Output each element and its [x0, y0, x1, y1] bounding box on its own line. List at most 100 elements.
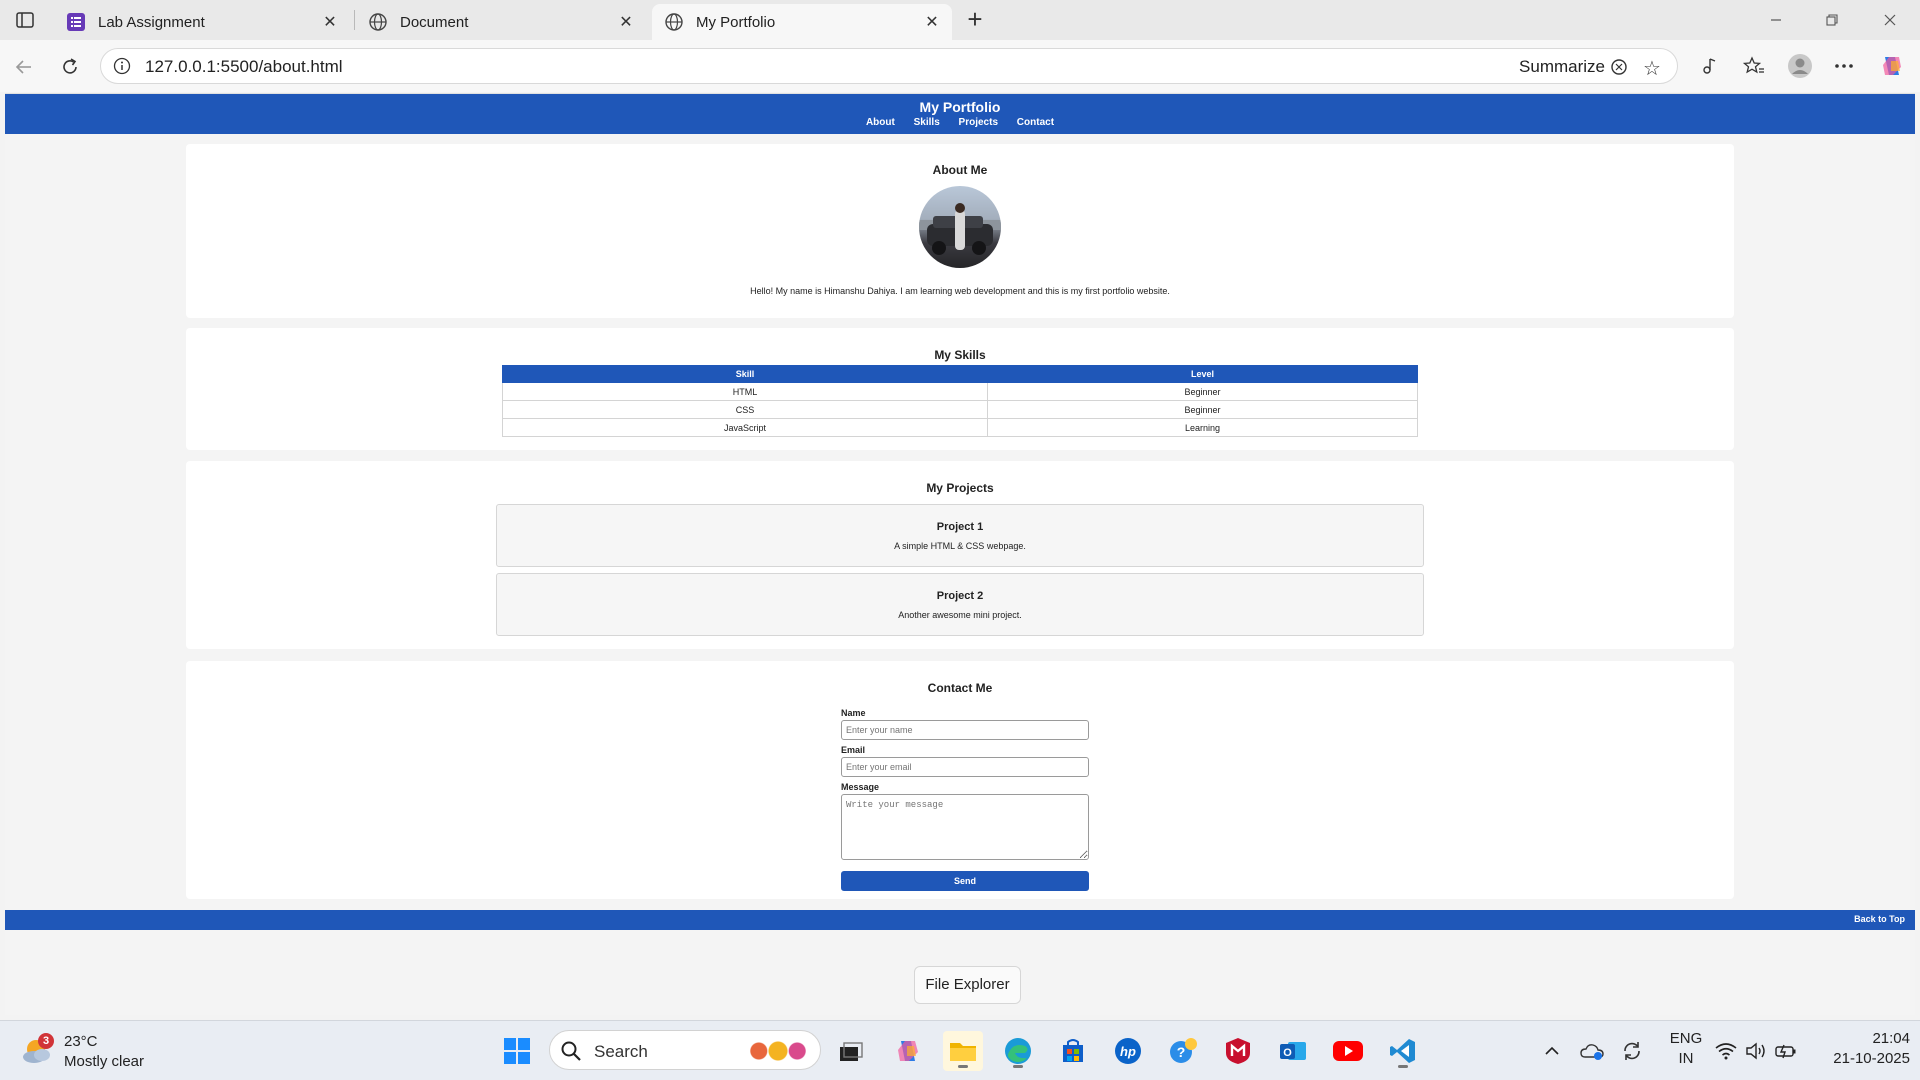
- tab-strip: Lab Assignment ✕ Document ✕ My Portfolio…: [0, 0, 1920, 40]
- youtube-icon[interactable]: [1328, 1031, 1368, 1071]
- nav-about-link[interactable]: About: [866, 117, 895, 128]
- search-label: Search: [594, 1042, 648, 1061]
- level-cell: Learning: [986, 418, 1419, 437]
- notification-badge: 3: [38, 1033, 54, 1049]
- info-icon[interactable]: [113, 57, 131, 75]
- tab-title: My Portfolio: [696, 13, 776, 31]
- site-nav: About Skills Projects Contact: [5, 117, 1915, 128]
- close-icon[interactable]: ✕: [320, 12, 340, 32]
- taskbar-search-box[interactable]: Search: [549, 1030, 821, 1070]
- tab-title: Lab Assignment: [98, 13, 205, 31]
- project-description: A simple HTML & CSS webpage.: [894, 541, 1026, 551]
- url-text[interactable]: 127.0.0.1:5500/about.html: [145, 57, 343, 77]
- edge-browser-icon[interactable]: [998, 1031, 1038, 1071]
- new-tab-button[interactable]: +: [962, 6, 988, 34]
- email-field[interactable]: [841, 757, 1089, 777]
- svg-text:O: O: [1283, 1047, 1292, 1059]
- time-text: 21:04: [1872, 1030, 1910, 1047]
- tab-actions-icon[interactable]: [12, 8, 38, 32]
- site-footer: Back to Top: [5, 910, 1915, 930]
- search-highlight-icon: [746, 1038, 810, 1064]
- hp-app-icon[interactable]: hp: [1108, 1031, 1148, 1071]
- read-aloud-icon[interactable]: [1696, 52, 1724, 80]
- copilot-icon[interactable]: [1878, 52, 1906, 80]
- contact-section: Contact Me Name Email Message Send: [186, 661, 1734, 899]
- file-explorer-icon[interactable]: [943, 1031, 983, 1071]
- project-card[interactable]: Project 1 A simple HTML & CSS webpage.: [496, 504, 1424, 567]
- column-header-level: Level: [986, 365, 1419, 383]
- contact-heading: Contact Me: [927, 681, 993, 695]
- table-row: JavaScript Learning: [502, 418, 1419, 437]
- tab-lab-assignment[interactable]: Lab Assignment ✕: [54, 4, 350, 40]
- projects-heading: My Projects: [926, 481, 994, 495]
- name-field[interactable]: [841, 720, 1089, 740]
- close-icon[interactable]: ✕: [922, 12, 942, 32]
- tab-my-portfolio[interactable]: My Portfolio ✕: [652, 4, 952, 40]
- about-heading: About Me: [932, 163, 988, 177]
- minimize-icon[interactable]: [1756, 8, 1796, 32]
- windows-start-icon[interactable]: [497, 1031, 537, 1071]
- table-header-row: Skill Level: [502, 365, 1419, 383]
- microsoft-store-icon[interactable]: [1053, 1031, 1093, 1071]
- running-indicator: [958, 1065, 968, 1068]
- onedrive-icon[interactable]: [1574, 1031, 1610, 1071]
- nav-projects-link[interactable]: Projects: [959, 117, 998, 128]
- nav-skills-link[interactable]: Skills: [914, 117, 940, 128]
- show-hidden-icons-chevron-icon[interactable]: [1534, 1031, 1570, 1071]
- browser-toolbar: 127.0.0.1:5500/about.html Summarize ☆: [0, 40, 1920, 92]
- name-label: Name: [841, 708, 866, 718]
- weather-widget[interactable]: 3 23°C Mostly clear: [22, 1031, 202, 1073]
- back-icon[interactable]: [10, 53, 38, 81]
- profile-avatar-icon[interactable]: [1786, 52, 1814, 80]
- close-icon[interactable]: ✕: [616, 12, 636, 32]
- skill-cell: HTML: [502, 382, 988, 401]
- site-header: My Portfolio About Skills Projects Conta…: [5, 94, 1915, 134]
- skills-section: My Skills Skill Level HTML Beginner CSS …: [186, 328, 1734, 450]
- clock[interactable]: 21:04 21-10-2025: [1810, 1029, 1910, 1069]
- running-indicator: [1398, 1065, 1408, 1068]
- restore-icon[interactable]: [1812, 8, 1852, 32]
- mcafee-icon[interactable]: [1218, 1031, 1258, 1071]
- favorite-star-icon[interactable]: ☆: [1643, 56, 1665, 80]
- task-view-icon[interactable]: [831, 1031, 871, 1071]
- projects-section: My Projects Project 1 A simple HTML & CS…: [186, 461, 1734, 649]
- input-language-indicator[interactable]: ENG IN: [1666, 1029, 1706, 1069]
- weather-condition-text: Mostly clear: [64, 1053, 145, 1070]
- favorites-icon[interactable]: [1740, 52, 1768, 80]
- message-field[interactable]: [841, 794, 1089, 860]
- volume-icon[interactable]: [1740, 1031, 1772, 1071]
- copilot-app-icon[interactable]: [888, 1031, 928, 1071]
- tab-separator: [354, 10, 355, 30]
- forms-icon: [66, 12, 86, 32]
- close-window-icon[interactable]: [1870, 8, 1910, 32]
- taskbar: 3 23°C Mostly clear Search hp ? O ENG IN…: [0, 1020, 1920, 1080]
- help-app-icon[interactable]: ?: [1163, 1031, 1203, 1071]
- sync-icon[interactable]: [1614, 1031, 1650, 1071]
- wifi-icon[interactable]: [1710, 1031, 1742, 1071]
- battery-icon[interactable]: [1770, 1031, 1802, 1071]
- outlook-icon[interactable]: O: [1273, 1031, 1313, 1071]
- globe-icon: [368, 12, 388, 32]
- nav-contact-link[interactable]: Contact: [1017, 117, 1054, 128]
- email-label: Email: [841, 745, 866, 755]
- vscode-icon[interactable]: [1383, 1031, 1423, 1071]
- back-to-top-link[interactable]: Back to Top: [1854, 914, 1905, 924]
- tab-title: Document: [400, 13, 469, 31]
- file-explorer-tooltip: File Explorer: [914, 966, 1021, 1004]
- table-row: CSS Beginner: [502, 400, 1419, 419]
- skill-cell: JavaScript: [502, 418, 988, 437]
- summarize-icon[interactable]: [1609, 57, 1629, 77]
- tab-document[interactable]: Document ✕: [356, 4, 646, 40]
- search-icon: [560, 1040, 582, 1062]
- project-title: Project 1: [936, 521, 984, 533]
- refresh-icon[interactable]: [56, 53, 84, 81]
- svg-text:?: ?: [1177, 1044, 1186, 1060]
- summarize-button[interactable]: Summarize: [1519, 57, 1605, 77]
- address-bar[interactable]: 127.0.0.1:5500/about.html Summarize ☆: [100, 48, 1678, 84]
- more-options-icon[interactable]: [1830, 52, 1858, 80]
- page-viewport: My Portfolio About Skills Projects Conta…: [5, 93, 1915, 1015]
- site-title: My Portfolio: [919, 99, 1001, 115]
- temperature-text: 23°C: [64, 1033, 98, 1050]
- project-card[interactable]: Project 2 Another awesome mini project.: [496, 573, 1424, 636]
- send-button[interactable]: Send: [841, 871, 1089, 891]
